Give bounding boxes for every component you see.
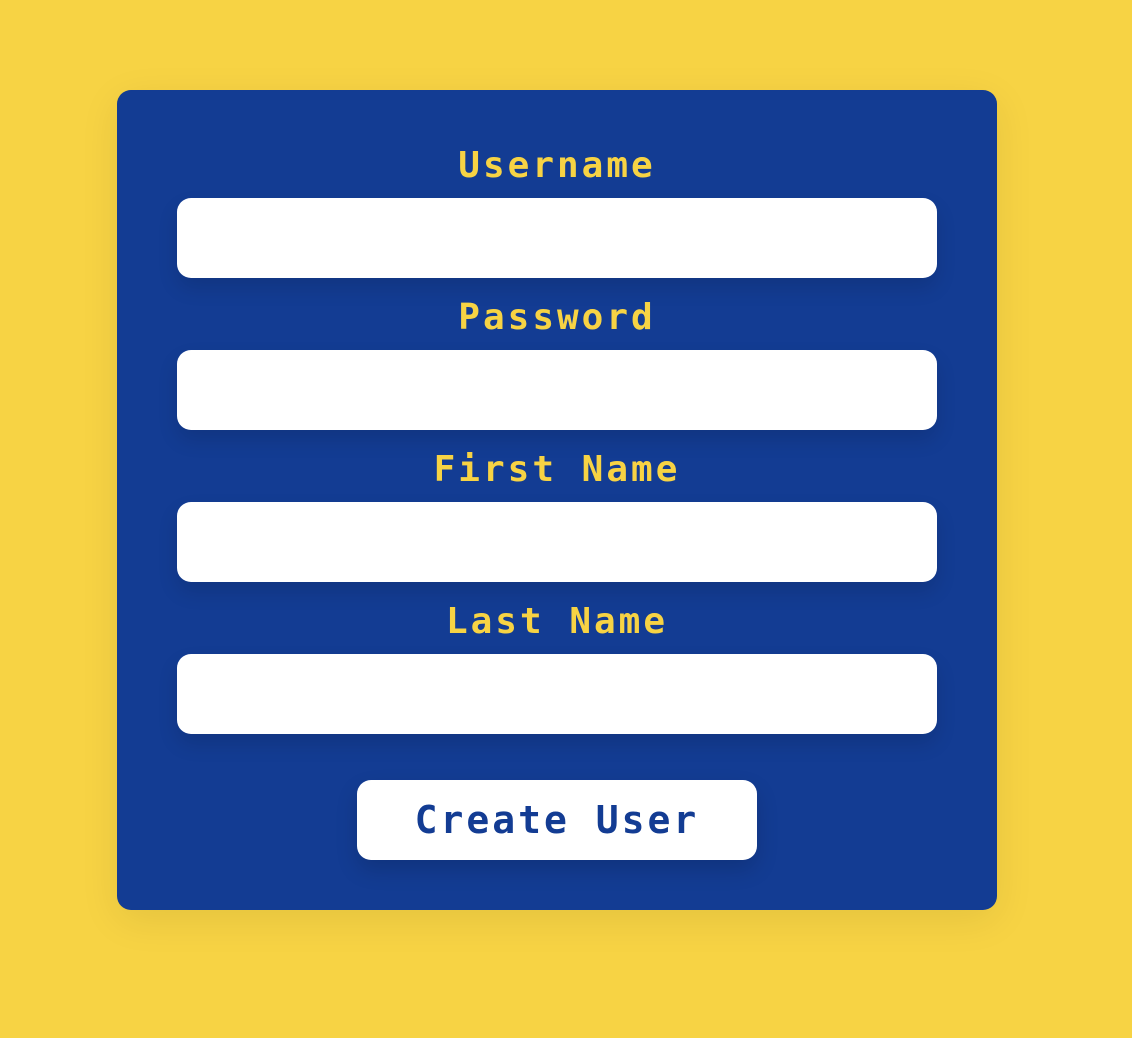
first-name-input[interactable]: [177, 502, 937, 582]
password-input[interactable]: [177, 350, 937, 430]
last-name-label: Last Name: [445, 601, 669, 642]
first-name-label: First Name: [433, 449, 681, 490]
username-label: Username: [458, 145, 656, 186]
create-user-form: Username Password First Name Last Name C…: [117, 90, 997, 910]
password-label: Password: [458, 297, 656, 338]
create-user-button[interactable]: Create User: [357, 780, 757, 860]
username-input[interactable]: [177, 198, 937, 278]
last-name-input[interactable]: [177, 654, 937, 734]
